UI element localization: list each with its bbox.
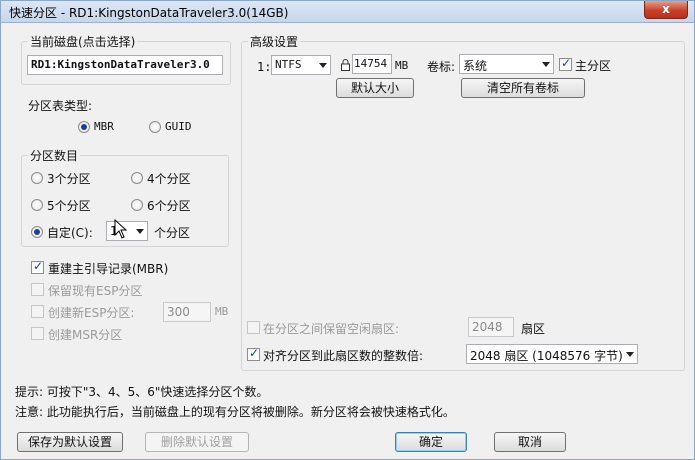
current-disk-title: 当前磁盘(点击选择) xyxy=(28,33,138,50)
cancel-button[interactable]: 取消 xyxy=(494,432,566,452)
mouse-cursor-icon xyxy=(114,219,128,239)
window-title: 快速分区 - RD1:KingstonDataTraveler3.0(14GB) xyxy=(9,6,289,20)
keep-esp-label[interactable]: 保留现有ESP分区 xyxy=(48,282,142,299)
radio-4-partitions[interactable] xyxy=(131,172,143,184)
current-disk-field[interactable]: RD1:KingstonDataTraveler3.0 xyxy=(27,55,223,75)
lock-icon[interactable] xyxy=(341,59,350,71)
chevron-down-icon xyxy=(319,63,327,68)
align-partitions-checkbox[interactable] xyxy=(247,346,260,361)
reserve-sectors-input[interactable]: 2048 xyxy=(468,317,514,337)
primary-partition-checkbox[interactable] xyxy=(559,56,572,71)
radio-6-partitions-label[interactable]: 6个分区 xyxy=(147,197,191,214)
align-sectors-value: 2048 扇区 (1048576 字节) xyxy=(470,349,623,363)
advanced-settings-title: 高级设置 xyxy=(248,33,301,50)
radio-4-partitions-label[interactable]: 4个分区 xyxy=(147,170,191,187)
radio-custom[interactable] xyxy=(31,226,43,238)
radio-mbr-label[interactable]: MBR xyxy=(94,120,114,133)
create-esp-label[interactable]: 创建新ESP分区: xyxy=(48,304,134,321)
radio-custom-label[interactable]: 自定(C): xyxy=(47,224,93,241)
partition-count-title: 分区数目 xyxy=(28,147,81,164)
rebuild-mbr-label[interactable]: 重建主引导记录(MBR) xyxy=(48,260,168,277)
delete-default-button[interactable]: 删除默认设置 xyxy=(145,432,249,452)
partition-size-unit: MB xyxy=(395,59,409,72)
radio-5-partitions[interactable] xyxy=(31,199,43,211)
radio-mbr[interactable] xyxy=(78,121,90,133)
radio-guid[interactable] xyxy=(149,121,161,133)
volume-label-select[interactable]: 系统 xyxy=(459,54,554,74)
partition-table-label: 分区表类型: xyxy=(28,99,93,113)
reserve-sectors-unit: 扇区 xyxy=(521,322,546,336)
current-disk-group: 当前磁盘(点击选择) RD1:KingstonDataTraveler3.0 xyxy=(21,33,231,85)
close-icon: x xyxy=(662,2,670,16)
partition-row-index: 1: xyxy=(257,60,272,74)
chevron-down-icon xyxy=(542,62,550,67)
primary-partition-label[interactable]: 主分区 xyxy=(575,57,611,74)
radio-3-partitions[interactable] xyxy=(31,172,43,184)
esp-size-unit: MB xyxy=(215,305,229,318)
create-msr-checkbox[interactable] xyxy=(31,327,44,340)
title-bar[interactable]: 快速分区 - RD1:KingstonDataTraveler3.0(14GB)… xyxy=(1,1,694,23)
filesystem-value: NTFS xyxy=(275,58,302,71)
align-partitions-label[interactable]: 对齐分区到此扇区数的整数倍: xyxy=(263,347,423,364)
volume-label-value: 系统 xyxy=(463,59,488,73)
filesystem-select[interactable]: NTFS xyxy=(271,55,331,75)
warning-text: 注意: 此功能执行后，当前磁盘上的现有分区将被删除。新分区将会被快速格式化。 xyxy=(15,405,455,419)
partition-size-input[interactable]: 14754 xyxy=(352,54,392,74)
create-esp-checkbox[interactable] xyxy=(31,305,44,318)
keep-esp-checkbox[interactable] xyxy=(31,283,44,296)
reserve-sectors-label[interactable]: 在分区之间保留空闲扇区: xyxy=(263,320,399,337)
custom-count-suffix: 个分区 xyxy=(154,226,191,240)
create-msr-label[interactable]: 创建MSR分区 xyxy=(48,326,122,343)
clear-all-labels-button[interactable]: 清空所有卷标 xyxy=(461,78,585,98)
rebuild-mbr-checkbox[interactable] xyxy=(31,259,44,274)
radio-guid-label[interactable]: GUID xyxy=(165,120,192,133)
radio-6-partitions[interactable] xyxy=(131,199,143,211)
chevron-down-icon xyxy=(136,229,144,234)
volume-label-caption: 卷标: xyxy=(427,60,456,74)
align-sectors-select[interactable]: 2048 扇区 (1048576 字节) xyxy=(466,344,638,364)
reserve-sectors-checkbox[interactable] xyxy=(247,321,260,334)
radio-5-partitions-label[interactable]: 5个分区 xyxy=(47,197,91,214)
ok-button[interactable]: 确定 xyxy=(395,432,467,452)
close-button[interactable]: x xyxy=(644,1,688,19)
chevron-down-icon xyxy=(626,352,634,357)
tip-text: 提示: 可按下"3、4、5、6"快速选择分区个数。 xyxy=(15,385,269,399)
radio-3-partitions-label[interactable]: 3个分区 xyxy=(47,170,91,187)
quick-partition-dialog: 快速分区 - RD1:KingstonDataTraveler3.0(14GB)… xyxy=(0,0,695,460)
save-default-button[interactable]: 保存为默认设置 xyxy=(17,432,123,452)
esp-size-input[interactable]: 300 xyxy=(163,302,211,322)
default-size-button[interactable]: 默认大小 xyxy=(336,78,414,98)
